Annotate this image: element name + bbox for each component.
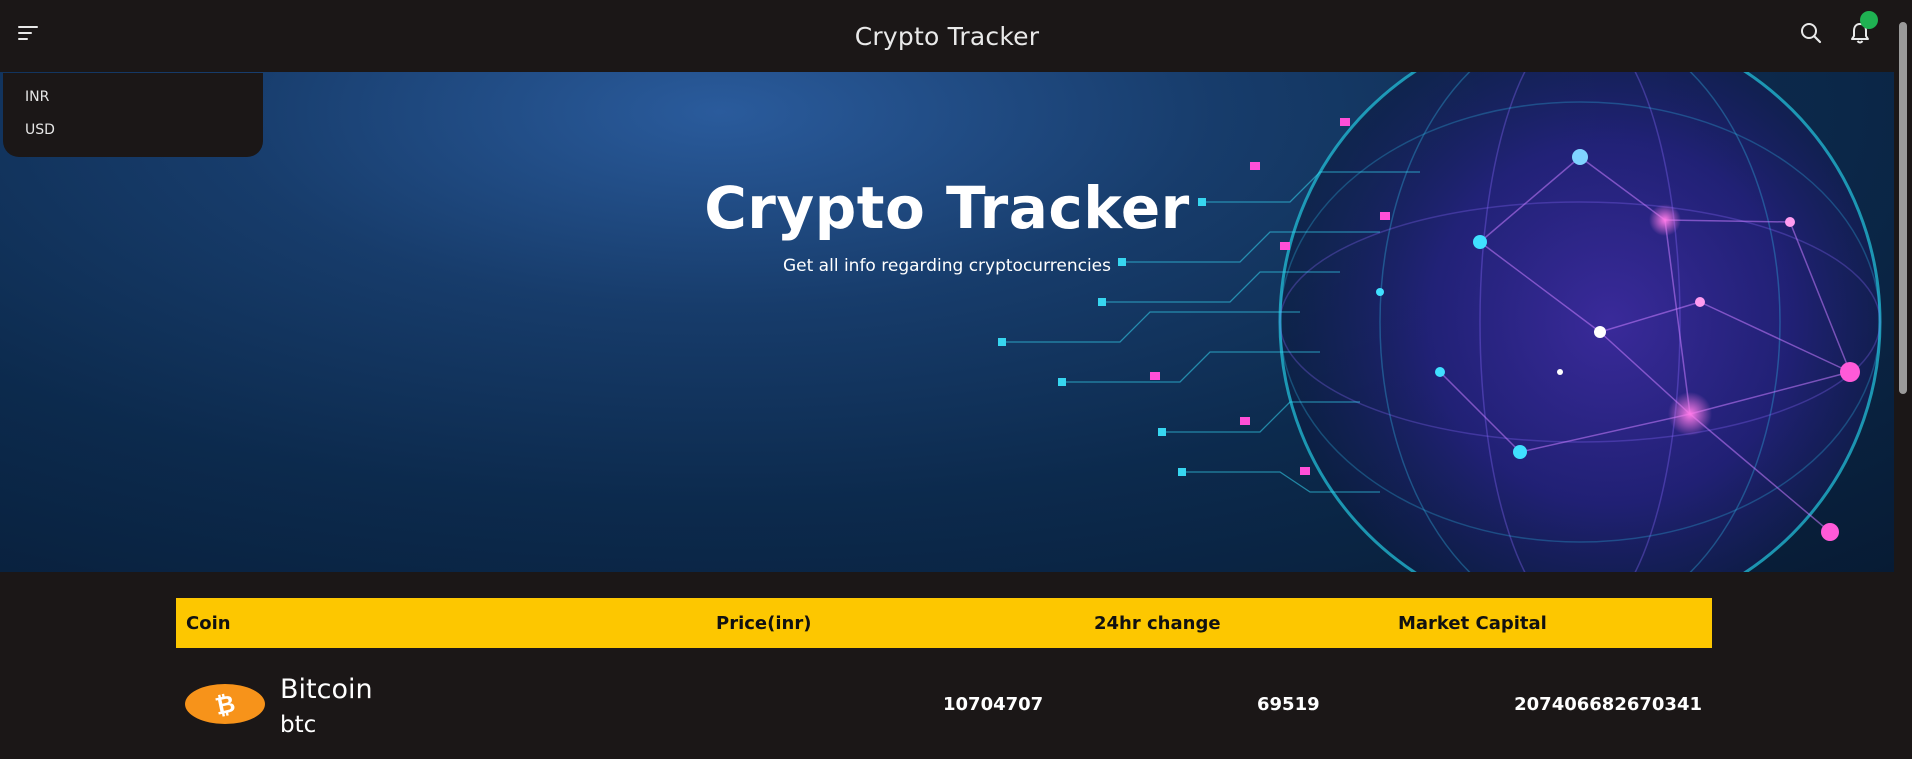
app-title: Crypto Tracker xyxy=(854,21,1040,51)
search-icon[interactable] xyxy=(1798,20,1824,46)
coin-symbol: btc xyxy=(280,712,317,738)
table-row[interactable]: ₿ Bitcoin btc 10704707 69519 20740668267… xyxy=(176,660,1712,759)
bitcoin-icon: ₿ xyxy=(185,684,265,724)
hero-background-art xyxy=(998,72,1882,572)
menu-icon[interactable] xyxy=(18,22,42,46)
scrollbar-thumb[interactable] xyxy=(1899,22,1907,394)
coin-24hr-change: 69519 xyxy=(1257,694,1320,715)
coin-market-capital: 207406682670341 xyxy=(1514,694,1702,715)
page-scrollbar[interactable] xyxy=(1894,0,1912,759)
column-header-coin: Coin xyxy=(186,613,231,634)
currency-dropdown-menu: INR USD xyxy=(3,73,263,157)
coin-name: Bitcoin xyxy=(280,674,373,705)
hero-subtitle: Get all info regarding cryptocurrencies xyxy=(782,256,1111,276)
hero-banner: Crypto Tracker Get all info regarding cr… xyxy=(0,72,1894,572)
coin-price: 10704707 xyxy=(943,694,1044,715)
app-window: Crypto Tracker Crypto Tracker Get all in… xyxy=(0,0,1912,759)
coins-table-header: Coin Price(inr) 24hr change Market Capit… xyxy=(176,598,1712,648)
column-header-price: Price(inr) xyxy=(716,613,812,634)
column-header-market-capital: Market Capital xyxy=(1398,613,1547,634)
currency-option-usd[interactable]: USD xyxy=(25,122,55,138)
notification-badge xyxy=(1860,11,1878,29)
top-app-bar: Crypto Tracker xyxy=(0,0,1894,72)
column-header-24hr-change: 24hr change xyxy=(1094,613,1221,634)
currency-option-inr[interactable]: INR xyxy=(25,89,49,105)
hero-title: Crypto Tracker xyxy=(704,174,1190,242)
